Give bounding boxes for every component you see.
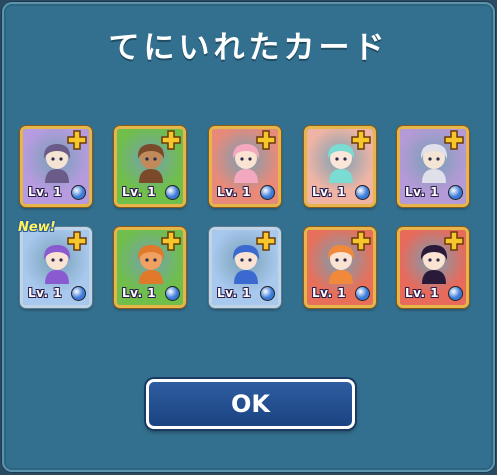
dialog-title: てにいれたカード	[108, 30, 389, 66]
card-level-label: Lv. 1	[405, 286, 440, 300]
character-eye	[248, 258, 252, 262]
character-eye	[145, 157, 149, 161]
card-9[interactable]: Lv. 1	[304, 227, 376, 308]
card-1[interactable]: Lv. 1	[20, 126, 92, 207]
character-body	[139, 270, 163, 284]
character-body	[422, 169, 446, 183]
attribute-orb-icon	[71, 185, 86, 200]
card-level-label: Lv. 1	[405, 185, 440, 199]
plus-icon	[256, 130, 276, 150]
plus-icon	[351, 231, 371, 251]
character-eye	[153, 258, 157, 262]
attribute-orb-icon	[260, 286, 275, 301]
character-eye	[343, 157, 347, 161]
character-body	[422, 270, 446, 284]
card-level-label: Lv. 1	[312, 286, 347, 300]
character-body	[45, 169, 69, 183]
attribute-orb-icon	[448, 286, 463, 301]
character-eye	[240, 258, 244, 262]
character-eye	[51, 258, 55, 262]
card-6[interactable]: Lv. 1	[20, 227, 92, 308]
character-eye	[428, 157, 432, 161]
plus-icon	[444, 231, 464, 251]
plus-icon	[444, 130, 464, 150]
card-2[interactable]: Lv. 1	[114, 126, 186, 207]
attribute-orb-icon	[355, 286, 370, 301]
character-eye	[51, 157, 55, 161]
plus-icon	[161, 231, 181, 251]
card-level-label: Lv. 1	[28, 185, 63, 199]
attribute-orb-icon	[71, 286, 86, 301]
character-eye	[436, 157, 440, 161]
new-badge: New!	[18, 220, 56, 235]
card-level-label: Lv. 1	[217, 185, 252, 199]
plus-icon	[161, 130, 181, 150]
character-eye	[428, 258, 432, 262]
attribute-orb-icon	[165, 286, 180, 301]
attribute-orb-icon	[260, 185, 275, 200]
character-eye	[59, 258, 63, 262]
card-level-label: Lv. 1	[217, 286, 252, 300]
card-3[interactable]: Lv. 1	[209, 126, 281, 207]
character-eye	[436, 258, 440, 262]
attribute-orb-icon	[448, 185, 463, 200]
card-7[interactable]: Lv. 1	[114, 227, 186, 308]
card-level-label: Lv. 1	[28, 286, 63, 300]
plus-icon	[351, 130, 371, 150]
character-eye	[248, 157, 252, 161]
character-eye	[335, 258, 339, 262]
ok-button[interactable]: OK	[146, 379, 355, 429]
card-5[interactable]: Lv. 1	[397, 126, 469, 207]
card-10[interactable]: Lv. 1	[397, 227, 469, 308]
plus-icon	[67, 231, 87, 251]
character-body	[45, 270, 69, 284]
card-8[interactable]: Lv. 1	[209, 227, 281, 308]
card-grid: Lv. 1 Lv. 1 Lv. 1 Lv. 1 Lv. 1 Lv. 1 New! Lv. 1 L…	[18, 126, 482, 311]
character-eye	[153, 157, 157, 161]
character-body	[139, 169, 163, 183]
card-level-label: Lv. 1	[122, 185, 157, 199]
character-eye	[145, 258, 149, 262]
plus-icon	[256, 231, 276, 251]
plus-icon	[67, 130, 87, 150]
character-eye	[343, 258, 347, 262]
character-body	[329, 270, 353, 284]
card-4[interactable]: Lv. 1	[304, 126, 376, 207]
character-body	[234, 169, 258, 183]
attribute-orb-icon	[165, 185, 180, 200]
obtained-cards-dialog: てにいれたカード Lv. 1 Lv. 1 Lv. 1 Lv. 1 Lv. 1 Lv. 1 N…	[2, 2, 495, 472]
character-eye	[335, 157, 339, 161]
attribute-orb-icon	[355, 185, 370, 200]
character-body	[234, 270, 258, 284]
character-eye	[59, 157, 63, 161]
card-level-label: Lv. 1	[312, 185, 347, 199]
card-level-label: Lv. 1	[122, 286, 157, 300]
character-eye	[240, 157, 244, 161]
character-body	[329, 169, 353, 183]
